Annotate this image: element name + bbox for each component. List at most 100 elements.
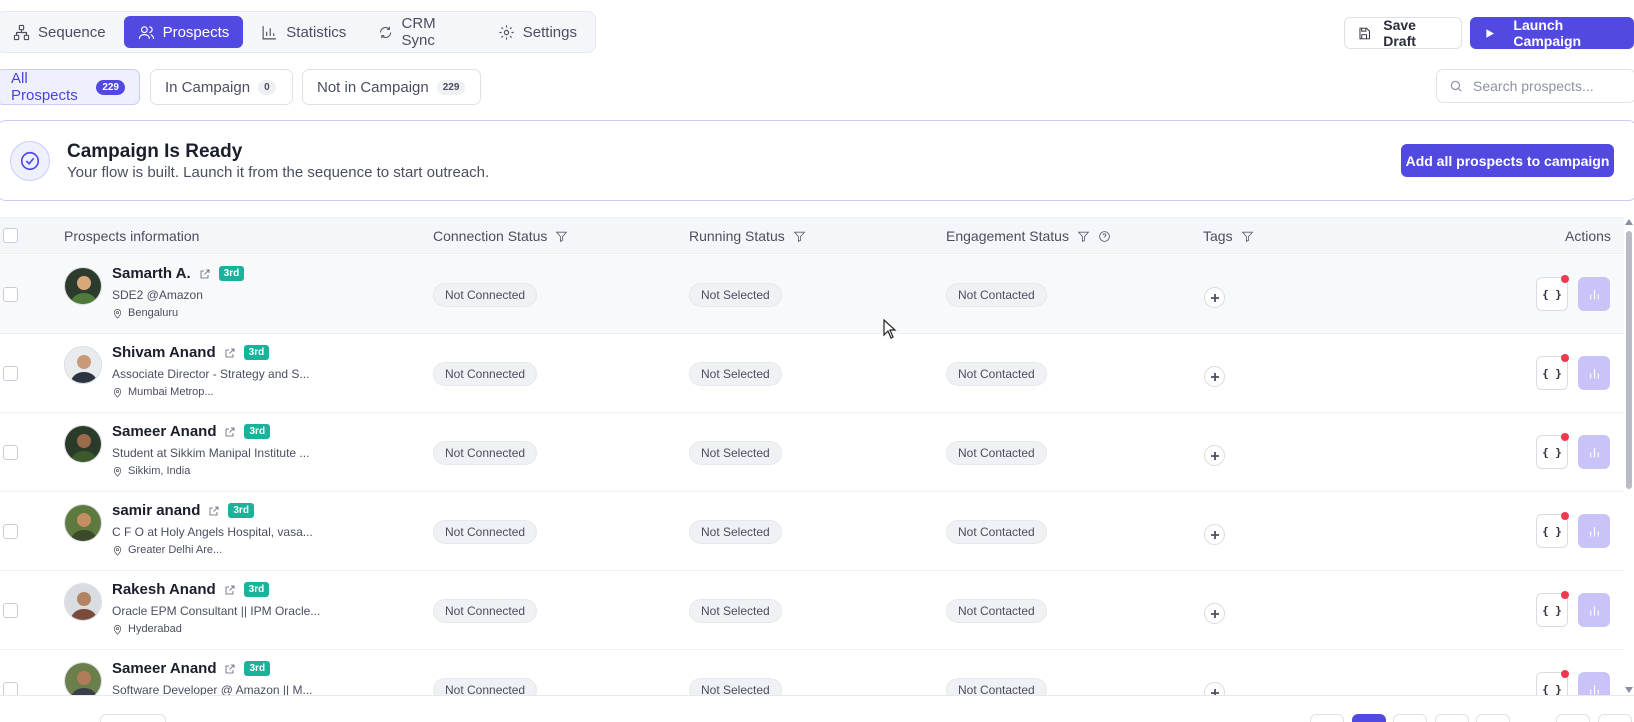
column-tags: Tags (1203, 228, 1254, 244)
scroll-thumb[interactable] (1626, 231, 1632, 489)
row-checkbox[interactable] (3, 287, 18, 302)
prospect-headline: Student at Sikkim Manipal Institute ... (112, 446, 310, 460)
connection-degree-badge: 3rd (218, 266, 245, 281)
filter-icon[interactable] (793, 230, 806, 243)
variables-button[interactable]: { } (1536, 433, 1569, 469)
prospect-stats-button[interactable] (1578, 435, 1610, 469)
prospect-name[interactable]: Samarth A. (112, 265, 191, 282)
filter-icon[interactable] (1077, 230, 1090, 243)
help-icon[interactable] (1098, 230, 1111, 243)
avatar[interactable] (64, 504, 102, 542)
launch-campaign-button[interactable]: Launch Campaign (1470, 17, 1634, 49)
search-input[interactable] (1473, 78, 1623, 94)
table-row[interactable]: Sameer Anand 3rd Student at Sikkim Manip… (0, 413, 1624, 492)
external-link-icon[interactable] (224, 426, 236, 438)
connection-degree-badge: 3rd (243, 345, 270, 360)
running-status-badge: Not Selected (689, 599, 782, 623)
location-pin-icon (113, 545, 122, 556)
prospect-name[interactable]: Sameer Anand (112, 423, 216, 440)
table-row[interactable]: Samarth A. 3rd SDE2 @Amazon Bengaluru No… (0, 255, 1624, 334)
avatar[interactable] (64, 425, 102, 463)
filter-in-campaign[interactable]: In Campaign 0 (150, 69, 293, 105)
variables-button[interactable]: { } (1536, 354, 1569, 390)
table-row[interactable]: Shivam Anand 3rd Associate Director - St… (0, 334, 1624, 413)
prospect-location: Hyderabad (112, 623, 182, 635)
table-scrollbar[interactable] (1624, 217, 1634, 695)
avatar[interactable] (64, 583, 102, 621)
tab-statistics[interactable]: Statistics (247, 16, 360, 48)
prospect-name[interactable]: Sameer Anand (112, 660, 216, 677)
external-link-icon[interactable] (199, 268, 211, 280)
filter-not-in-campaign[interactable]: Not in Campaign 229 (302, 69, 481, 105)
prospect-name[interactable]: Shivam Anand (112, 344, 216, 361)
tab-sequence[interactable]: Sequence (1, 16, 120, 48)
filter-all-prospects[interactable]: All Prospects 229 (0, 69, 140, 105)
add-tag-button[interactable] (1204, 366, 1225, 387)
filter-icon[interactable] (1241, 230, 1254, 243)
add-tag-button[interactable] (1204, 603, 1225, 624)
filter-all-prospects-label: All Prospects (11, 70, 78, 104)
pagination-next[interactable] (1556, 714, 1590, 722)
add-tag-button[interactable] (1204, 445, 1225, 466)
prospect-stats-button[interactable] (1578, 593, 1610, 627)
row-checkbox[interactable] (3, 524, 18, 539)
notification-dot (1561, 591, 1569, 599)
engagement-status-badge: Not Contacted (946, 599, 1047, 623)
row-checkbox[interactable] (3, 366, 18, 381)
bar-chart-icon (1589, 605, 1599, 615)
table-row[interactable]: samir anand 3rd C F O at Holy Angels Hos… (0, 492, 1624, 571)
connection-degree-badge: 3rd (244, 424, 271, 439)
pagination-page[interactable] (1476, 714, 1510, 722)
column-engagement-status-label: Engagement Status (946, 228, 1069, 244)
add-all-prospects-button[interactable]: Add all prospects to campaign (1401, 144, 1614, 177)
notification-dot (1561, 354, 1569, 362)
connection-status-badge: Not Connected (433, 599, 538, 623)
prospect-name[interactable]: samir anand (112, 502, 200, 519)
filter-icon[interactable] (555, 230, 568, 243)
prospect-location-label: Greater Delhi Are... (128, 544, 223, 556)
variables-button[interactable]: { } (1536, 275, 1569, 311)
avatar[interactable] (64, 346, 102, 384)
select-all-checkbox[interactable] (3, 228, 18, 243)
row-checkbox[interactable] (3, 603, 18, 618)
prospect-name-line: Sameer Anand 3rd (112, 660, 271, 677)
prospect-location: Mumbai Metrop... (112, 386, 214, 398)
variables-button[interactable]: { } (1536, 591, 1569, 627)
tab-crm-sync[interactable]: CRM Sync (364, 15, 480, 49)
scroll-up-arrow[interactable] (1625, 219, 1633, 225)
row-checkbox[interactable] (3, 445, 18, 460)
connection-status-badge: Not Connected (433, 362, 538, 386)
rows-per-page-select[interactable] (100, 714, 166, 722)
column-actions: Actions (1565, 228, 1611, 244)
tab-prospects[interactable]: Prospects (123, 16, 244, 48)
table-row[interactable]: Rakesh Anand 3rd Oracle EPM Consultant |… (0, 571, 1624, 650)
external-link-icon[interactable] (208, 505, 220, 517)
variables-button[interactable]: { } (1536, 512, 1569, 548)
bar-chart-icon (1589, 289, 1599, 299)
pagination-prev[interactable] (1310, 714, 1344, 722)
add-tag-button[interactable] (1204, 287, 1225, 308)
avatar[interactable] (64, 267, 102, 305)
running-status-badge: Not Selected (689, 362, 782, 386)
prospect-name[interactable]: Rakesh Anand (112, 581, 216, 598)
prospect-headline: C F O at Holy Angels Hospital, vasa... (112, 525, 313, 539)
add-tag-button[interactable] (1204, 524, 1225, 545)
sequence-icon (13, 24, 30, 40)
column-running-status: Running Status (689, 228, 806, 244)
external-link-icon[interactable] (224, 584, 236, 596)
location-pin-icon (113, 387, 122, 398)
pagination-page-current[interactable] (1352, 714, 1386, 722)
pagination-page[interactable] (1393, 714, 1427, 722)
pagination-page[interactable] (1435, 714, 1469, 722)
scroll-down-arrow[interactable] (1625, 687, 1633, 693)
prospect-stats-button[interactable] (1578, 277, 1610, 311)
bar-chart-icon (262, 25, 277, 39)
engagement-status-badge: Not Contacted (946, 441, 1047, 465)
save-draft-button[interactable]: Save Draft (1344, 17, 1462, 49)
external-link-icon[interactable] (224, 663, 236, 675)
external-link-icon[interactable] (224, 347, 236, 359)
prospect-stats-button[interactable] (1578, 356, 1610, 390)
prospect-stats-button[interactable] (1578, 514, 1610, 548)
tab-settings[interactable]: Settings (484, 16, 591, 48)
pagination-last[interactable] (1598, 714, 1632, 722)
